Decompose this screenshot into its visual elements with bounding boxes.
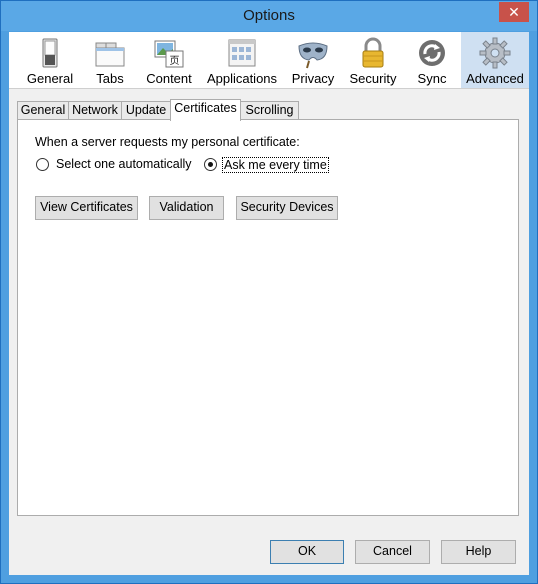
pane-content[interactable]: 页 Content <box>141 32 197 88</box>
radio-label: Ask me every time <box>222 157 329 173</box>
security-devices-button[interactable]: Security Devices <box>236 196 338 220</box>
pane-toolbar: General Tabs 页 Content Applications Priv… <box>9 32 529 89</box>
applications-icon <box>228 39 256 67</box>
cancel-button[interactable]: Cancel <box>355 540 430 564</box>
pane-privacy[interactable]: Privacy <box>287 32 339 88</box>
radio-circle[interactable] <box>204 158 217 171</box>
tabs-icon <box>95 42 125 67</box>
pane-applications[interactable]: Applications <box>203 32 281 88</box>
certificate-prompt: When a server requests my personal certi… <box>35 135 300 149</box>
title-bar[interactable]: Options ✕ <box>1 1 537 31</box>
pane-security[interactable]: Security <box>343 32 403 88</box>
client-area: General Tabs 页 Content Applications Priv… <box>9 32 529 575</box>
help-button[interactable]: Help <box>441 540 516 564</box>
radio-selected-dot <box>208 162 213 167</box>
certificates-panel: When a server requests my personal certi… <box>17 119 519 516</box>
privacy-mask-icon <box>298 42 328 69</box>
tab-update[interactable]: Update <box>121 101 171 120</box>
pane-label: Tabs <box>96 71 124 86</box>
pane-label: Privacy <box>291 71 335 86</box>
window-title: Options <box>243 7 295 24</box>
sync-icon <box>419 40 445 66</box>
gear-icon <box>479 37 511 69</box>
pane-label: Applications <box>206 71 278 86</box>
pane-label: General <box>26 71 74 86</box>
ok-button[interactable]: OK <box>270 540 344 564</box>
tab-scrolling[interactable]: Scrolling <box>240 101 299 120</box>
close-button[interactable]: ✕ <box>499 2 529 22</box>
pane-tabs[interactable]: Tabs <box>85 32 135 88</box>
options-window: Options ✕ General Tabs 页 Content Applica… <box>0 0 538 584</box>
validation-button[interactable]: Validation <box>149 196 224 220</box>
content-icon: 页 <box>154 40 184 68</box>
tab-general[interactable]: General <box>17 101 69 120</box>
view-certificates-button[interactable]: View Certificates <box>35 196 138 220</box>
pane-sync[interactable]: Sync <box>407 32 457 88</box>
svg-text:页: 页 <box>170 55 180 67</box>
pane-advanced[interactable]: Advanced <box>461 32 529 88</box>
general-switch-icon <box>42 38 58 68</box>
tab-certificates[interactable]: Certificates <box>170 99 241 121</box>
padlock-icon <box>362 37 384 68</box>
pane-label: Security <box>349 71 397 86</box>
pane-label: Sync <box>417 71 447 86</box>
pane-general[interactable]: General <box>19 32 81 88</box>
radio-label: Select one automatically <box>56 157 192 171</box>
pane-label: Advanced <box>466 71 524 86</box>
pane-label: Content <box>146 71 192 86</box>
radio-circle[interactable] <box>36 158 49 171</box>
tab-network[interactable]: Network <box>68 101 122 120</box>
